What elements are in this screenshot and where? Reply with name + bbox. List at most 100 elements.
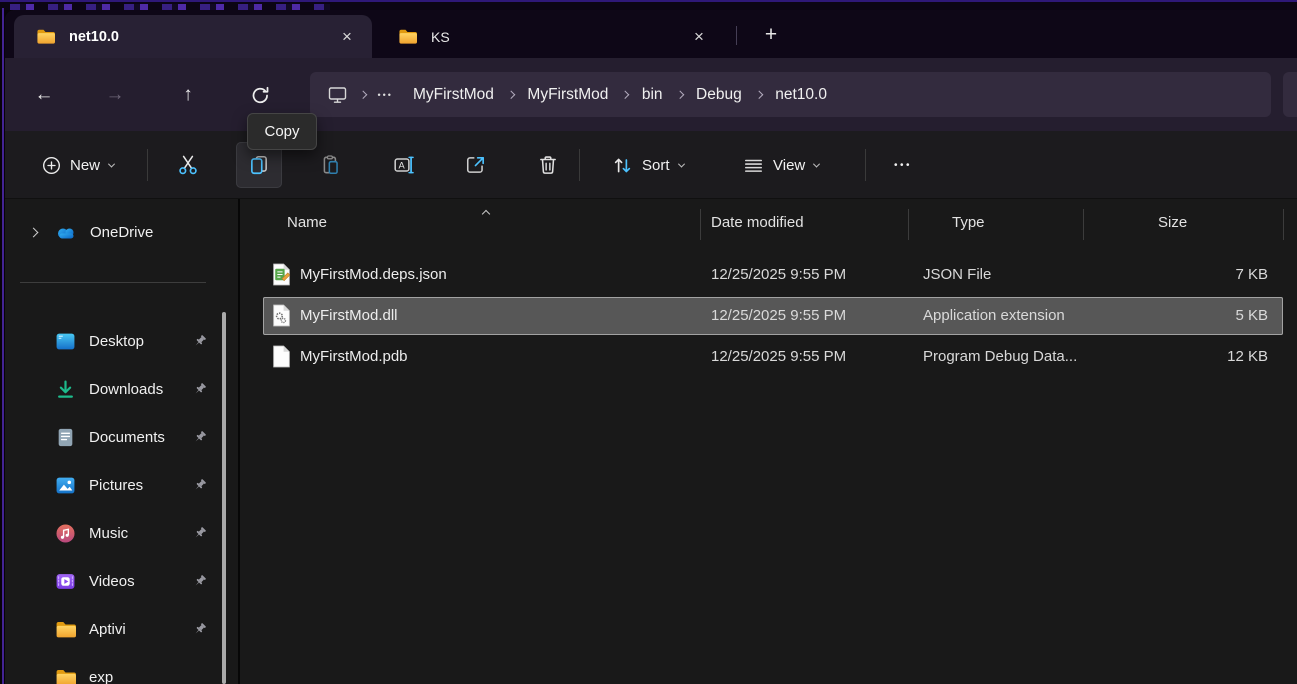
tab-net10.0[interactable]: net10.0 × <box>14 15 372 58</box>
sidebar-item-label: OneDrive <box>90 224 153 241</box>
share-button[interactable] <box>453 142 499 188</box>
cut-button[interactable] <box>165 142 211 188</box>
sidebar-item-exp[interactable]: exp <box>5 653 238 684</box>
file-type: Application extension <box>923 297 1065 335</box>
this-pc-icon <box>327 85 348 105</box>
column-divider[interactable] <box>1283 209 1284 240</box>
tab-divider <box>736 26 737 45</box>
column-divider[interactable] <box>700 209 701 240</box>
column-header-type[interactable]: Type <box>952 214 985 231</box>
sidebar-item-aptivi[interactable]: Aptivi <box>5 605 238 653</box>
chevron-right-icon <box>505 92 517 98</box>
sort-icon <box>612 155 633 176</box>
breadcrumb-item[interactable]: net10.0 <box>764 78 838 111</box>
delete-icon <box>537 154 559 176</box>
sort-ascending-icon <box>483 204 489 222</box>
sidebar-item-documents[interactable]: Documents <box>5 413 238 461</box>
cut-icon <box>177 154 199 176</box>
rename-icon: A <box>393 154 416 176</box>
column-header-name[interactable]: Name <box>287 214 327 231</box>
downloads-icon <box>55 379 76 400</box>
column-header-size[interactable]: Size <box>1158 214 1187 231</box>
file-date-modified: 12/25/2025 9:55 PM <box>711 338 846 376</box>
toolbar-divider <box>579 149 580 181</box>
close-icon[interactable]: × <box>684 22 714 52</box>
forward-icon[interactable]: → <box>95 75 135 115</box>
rename-button[interactable]: A <box>381 142 427 188</box>
sidebar-item-pictures[interactable]: Pictures <box>5 461 238 509</box>
breadcrumb-item[interactable]: bin <box>631 78 674 111</box>
breadcrumb-overflow-icon[interactable]: ••• <box>369 90 402 100</box>
file-list-area: Name Date modified Type Size <box>240 199 1297 684</box>
pin-icon <box>192 478 207 493</box>
pin-icon <box>192 382 207 397</box>
tab-ks[interactable]: KS × <box>372 15 724 58</box>
tab-label: net10.0 <box>69 29 119 45</box>
folder-icon <box>55 619 76 640</box>
chevron-right-icon <box>753 92 765 98</box>
tab-label: KS <box>431 29 450 45</box>
chevron-right-icon <box>674 92 686 98</box>
sidebar-item-label: exp <box>89 669 113 684</box>
view-icon <box>743 155 764 176</box>
sidebar-item-label: Desktop <box>89 333 144 350</box>
folder-icon <box>36 28 55 45</box>
delete-button[interactable] <box>525 142 571 188</box>
view-button-label: View <box>773 157 805 174</box>
sidebar-item-label: Videos <box>89 573 135 590</box>
sidebar-item-videos[interactable]: Videos <box>5 557 238 605</box>
column-divider[interactable] <box>908 209 909 240</box>
sidebar-item-downloads[interactable]: Downloads <box>5 365 238 413</box>
file-row-pdb[interactable]: MyFirstMod.pdb 12/25/2025 9:55 PM Progra… <box>263 338 1283 376</box>
pin-icon <box>192 334 207 349</box>
file-row-deps-json[interactable]: MyFirstMod.deps.json 12/25/2025 9:55 PM … <box>263 256 1283 294</box>
new-button-label: New <box>70 157 100 174</box>
pin-icon <box>192 622 207 637</box>
breadcrumb-item[interactable]: MyFirstMod <box>402 78 505 111</box>
copy-icon <box>248 154 270 176</box>
file-row-dll-selected[interactable]: MyFirstMod.dll 12/25/2025 9:55 PM Applic… <box>263 297 1283 335</box>
file-date-modified: 12/25/2025 9:55 PM <box>711 256 846 294</box>
expander-chevron-icon[interactable] <box>26 229 40 236</box>
column-divider[interactable] <box>1083 209 1084 240</box>
folder-icon <box>398 28 417 45</box>
sort-button-label: Sort <box>642 157 670 174</box>
svg-text:A: A <box>398 161 405 171</box>
new-tab-button[interactable]: + <box>753 19 789 51</box>
navigation-bar: ← → ↑ ••• MyFirstMod MyFirstMod bin Debu… <box>5 58 1297 131</box>
chevron-down-icon <box>813 160 820 167</box>
chevron-down-icon <box>677 160 684 167</box>
more-options-icon[interactable]: ••• <box>880 142 926 188</box>
up-icon[interactable]: ↑ <box>168 75 208 115</box>
pdb-file-icon <box>272 345 291 368</box>
toolbar-divider <box>865 149 866 181</box>
sidebar-pinned-items: Desktop <box>5 317 238 684</box>
close-icon[interactable]: × <box>332 22 362 52</box>
view-button[interactable]: View <box>731 142 831 188</box>
json-file-icon <box>272 263 291 286</box>
column-header-date-modified[interactable]: Date modified <box>711 214 804 231</box>
sidebar-item-label: Aptivi <box>89 621 126 638</box>
chevron-right-icon <box>357 92 369 98</box>
file-size: 7 KB <box>1235 256 1268 294</box>
background-window-strip <box>0 0 1297 10</box>
address-bar[interactable]: ••• MyFirstMod MyFirstMod bin Debug net1… <box>310 72 1271 117</box>
new-button[interactable]: New <box>30 142 126 188</box>
back-icon[interactable]: ← <box>24 75 64 115</box>
column-header-row: Name Date modified Type Size <box>240 199 1297 249</box>
sidebar-item-desktop[interactable]: Desktop <box>5 317 238 365</box>
sort-button[interactable]: Sort <box>600 142 696 188</box>
breadcrumb-item[interactable]: MyFirstMod <box>516 78 619 111</box>
paste-button[interactable] <box>308 142 354 188</box>
refresh-icon[interactable] <box>240 75 280 115</box>
pin-icon <box>192 526 207 541</box>
breadcrumb-item[interactable]: Debug <box>685 78 753 111</box>
pin-icon <box>192 430 207 445</box>
new-plus-icon <box>42 156 61 175</box>
search-box-partial[interactable] <box>1283 72 1297 117</box>
file-name: MyFirstMod.deps.json <box>300 256 447 294</box>
sidebar-item-onedrive[interactable]: OneDrive <box>5 214 238 250</box>
documents-icon <box>55 427 76 448</box>
sidebar-scrollbar[interactable] <box>222 312 226 684</box>
sidebar-item-music[interactable]: Music <box>5 509 238 557</box>
